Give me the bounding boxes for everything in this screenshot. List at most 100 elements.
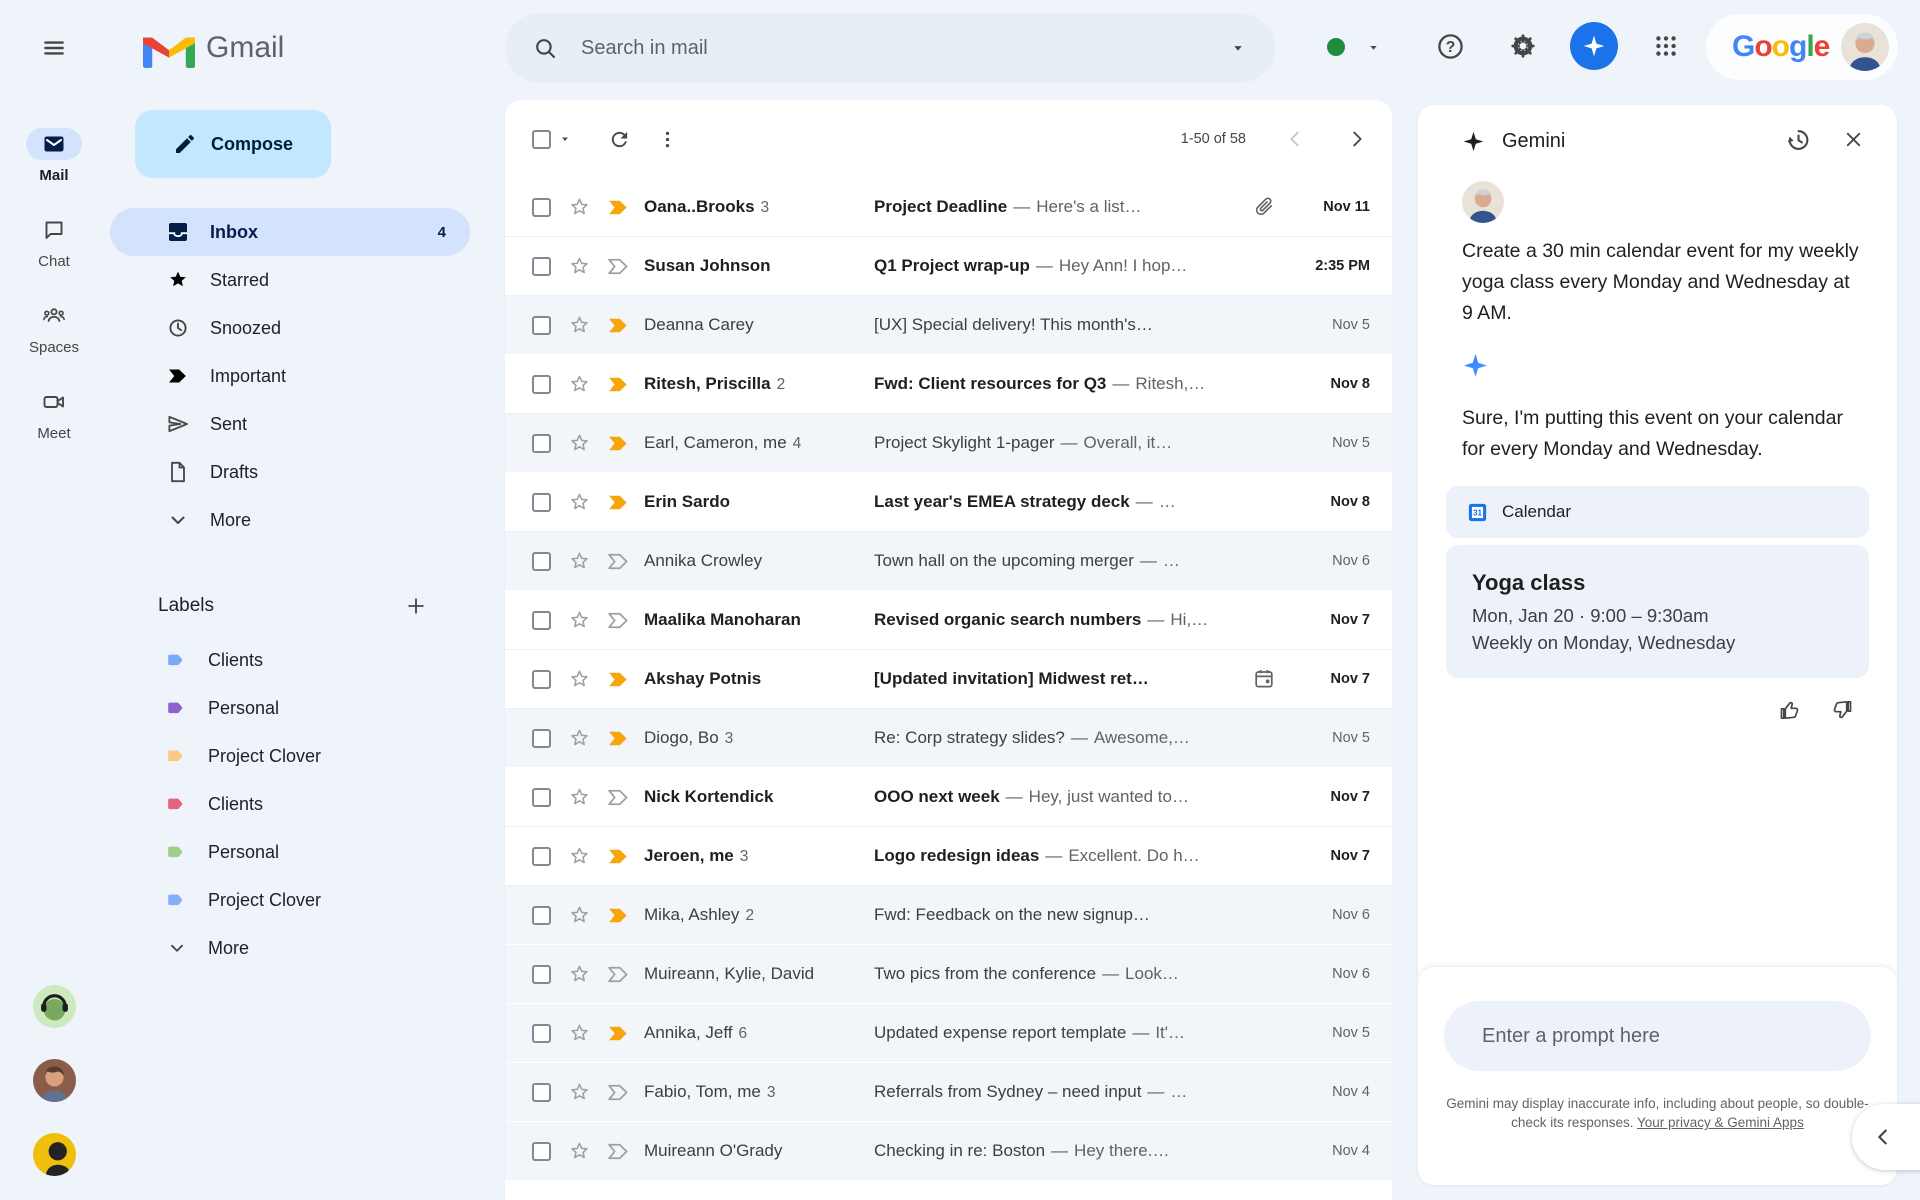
rail-item-chat[interactable]: Chat xyxy=(0,214,108,270)
important-marker-icon[interactable] xyxy=(606,785,631,810)
important-marker-icon[interactable] xyxy=(606,490,631,515)
gemini-prompt-field[interactable] xyxy=(1444,1001,1871,1071)
star-icon[interactable] xyxy=(568,668,591,691)
gemini-history-button[interactable] xyxy=(1785,127,1810,155)
contact-avatar-1[interactable] xyxy=(33,985,76,1028)
star-icon[interactable] xyxy=(568,1140,591,1163)
sidebar-label-clients[interactable]: Clients xyxy=(110,636,470,684)
row-checkbox[interactable] xyxy=(532,788,551,807)
row-checkbox[interactable] xyxy=(532,670,551,689)
sidebar-item-important[interactable]: Important xyxy=(110,352,470,400)
compose-button[interactable]: Compose xyxy=(135,110,331,178)
rail-item-meet[interactable]: Meet xyxy=(0,386,108,442)
star-icon[interactable] xyxy=(568,550,591,573)
email-row[interactable]: Diogo, Bo3 Re: Corp strategy slides?—Awe… xyxy=(505,709,1392,768)
star-icon[interactable] xyxy=(568,963,591,986)
sidebar-item-snoozed[interactable]: Snoozed xyxy=(110,304,470,352)
email-row[interactable]: Mika, Ashley2 Fwd: Feedback on the new s… xyxy=(505,886,1392,945)
sidebar-item-drafts[interactable]: Drafts xyxy=(110,448,470,496)
search-options-caret-icon[interactable] xyxy=(1229,39,1247,57)
row-checkbox[interactable] xyxy=(532,611,551,630)
row-checkbox[interactable] xyxy=(532,1142,551,1161)
settings-button[interactable] xyxy=(1503,26,1543,66)
search-input[interactable] xyxy=(581,37,1229,60)
rail-item-mail[interactable]: Mail xyxy=(0,128,108,184)
sidebar-item-inbox[interactable]: Inbox 4 xyxy=(110,208,470,256)
sidebar-label-clients[interactable]: Clients xyxy=(110,780,470,828)
important-marker-icon[interactable] xyxy=(606,1021,631,1046)
star-icon[interactable] xyxy=(568,786,591,809)
thumbs-down-button[interactable] xyxy=(1831,698,1855,725)
gemini-prompt-input[interactable] xyxy=(1482,1025,1871,1048)
help-button[interactable] xyxy=(1430,26,1470,66)
star-icon[interactable] xyxy=(568,255,591,278)
row-checkbox[interactable] xyxy=(532,906,551,925)
email-row[interactable]: Deanna Carey [UX] Special delivery! This… xyxy=(505,296,1392,355)
star-icon[interactable] xyxy=(568,609,591,632)
email-row[interactable]: Jeroen, me3 Logo redesign ideas—Excellen… xyxy=(505,827,1392,886)
presence-caret-icon[interactable] xyxy=(1366,40,1381,55)
important-marker-icon[interactable] xyxy=(606,726,631,751)
search-bar[interactable] xyxy=(505,13,1275,83)
row-checkbox[interactable] xyxy=(532,257,551,276)
more-options-button[interactable] xyxy=(657,129,678,150)
important-marker-icon[interactable] xyxy=(606,1139,631,1164)
email-row[interactable]: Fabio, Tom, me3 Referrals from Sydney – … xyxy=(505,1063,1392,1122)
email-row[interactable]: Akshay Potnis [Updated invitation] Midwe… xyxy=(505,650,1392,709)
add-label-button[interactable] xyxy=(398,588,434,624)
row-checkbox[interactable] xyxy=(532,965,551,984)
thumbs-up-button[interactable] xyxy=(1777,698,1801,725)
sidebar-label-project-clover[interactable]: Project Clover xyxy=(110,876,470,924)
email-row[interactable]: Erin Sardo Last year's EMEA strategy dec… xyxy=(505,473,1392,532)
sidebar-labels-more[interactable]: More xyxy=(110,924,470,972)
important-marker-icon[interactable] xyxy=(606,962,631,987)
account-pill[interactable]: Google xyxy=(1706,14,1898,80)
star-icon[interactable] xyxy=(568,904,591,927)
email-row[interactable]: Muireann, Kylie, David Two pics from the… xyxy=(505,945,1392,1004)
sidebar-item-starred[interactable]: Starred xyxy=(110,256,470,304)
email-row[interactable]: Ritesh, Priscilla2 Fwd: Client resources… xyxy=(505,355,1392,414)
gemini-close-button[interactable] xyxy=(1842,128,1865,154)
star-icon[interactable] xyxy=(568,373,591,396)
row-checkbox[interactable] xyxy=(532,847,551,866)
important-marker-icon[interactable] xyxy=(606,608,631,633)
email-row[interactable]: Susan Johnson Q1 Project wrap-up—Hey Ann… xyxy=(505,237,1392,296)
refresh-button[interactable] xyxy=(608,128,631,151)
collapse-panel-button[interactable] xyxy=(1852,1104,1920,1170)
star-icon[interactable] xyxy=(568,491,591,514)
star-icon[interactable] xyxy=(568,845,591,868)
important-marker-icon[interactable] xyxy=(606,844,631,869)
sidebar-item-more[interactable]: More xyxy=(110,496,470,544)
important-marker-icon[interactable] xyxy=(606,549,631,574)
star-icon[interactable] xyxy=(568,727,591,750)
select-all-checkbox[interactable] xyxy=(532,130,551,149)
gemini-topbar-button[interactable] xyxy=(1570,22,1618,70)
contact-avatar-2[interactable] xyxy=(33,1059,76,1102)
account-avatar[interactable] xyxy=(1841,23,1889,71)
sidebar-label-personal[interactable]: Personal xyxy=(110,684,470,732)
email-row[interactable]: Annika, Jeff6 Updated expense report tem… xyxy=(505,1004,1392,1063)
select-caret-icon[interactable] xyxy=(558,132,572,146)
row-checkbox[interactable] xyxy=(532,198,551,217)
sidebar-label-personal[interactable]: Personal xyxy=(110,828,470,876)
presence-status-dot[interactable] xyxy=(1327,38,1345,56)
star-icon[interactable] xyxy=(568,1081,591,1104)
important-marker-icon[interactable] xyxy=(606,195,631,220)
email-row[interactable]: Nick Kortendick OOO next week—Hey, just … xyxy=(505,768,1392,827)
star-icon[interactable] xyxy=(568,432,591,455)
rail-item-spaces[interactable]: Spaces xyxy=(0,300,108,356)
row-checkbox[interactable] xyxy=(532,493,551,512)
important-marker-icon[interactable] xyxy=(606,903,631,928)
calendar-event-card[interactable]: Yoga class Mon, Jan 20 · 9:00 – 9:30am W… xyxy=(1446,545,1869,678)
important-marker-icon[interactable] xyxy=(606,431,631,456)
main-menu-button[interactable] xyxy=(30,24,78,72)
newer-page-button[interactable] xyxy=(1284,128,1306,150)
email-row[interactable]: Earl, Cameron, me4 Project Skylight 1-pa… xyxy=(505,414,1392,473)
row-checkbox[interactable] xyxy=(532,434,551,453)
contact-avatar-3[interactable] xyxy=(33,1133,76,1176)
row-checkbox[interactable] xyxy=(532,552,551,571)
email-row[interactable]: Annika Crowley Town hall on the upcoming… xyxy=(505,532,1392,591)
important-marker-icon[interactable] xyxy=(606,313,631,338)
email-row[interactable]: Oana..Brooks3 Project Deadline—Here's a … xyxy=(505,178,1392,237)
sidebar-label-project-clover[interactable]: Project Clover xyxy=(110,732,470,780)
